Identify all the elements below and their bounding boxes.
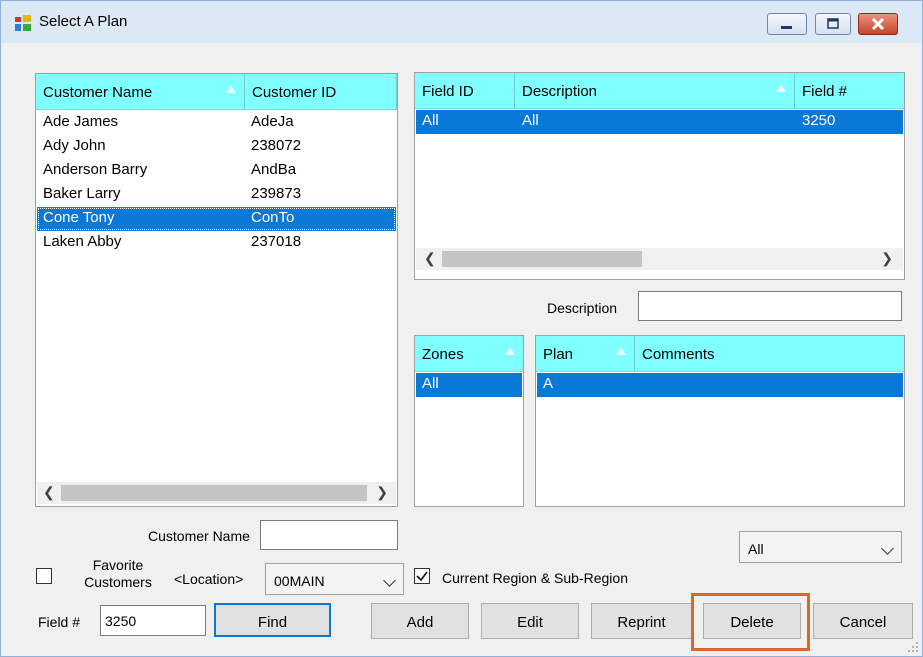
sort-ascending-icon	[226, 85, 236, 93]
table-row-selected[interactable]: Cone Tony ConTo	[37, 207, 396, 231]
minimize-icon	[781, 26, 792, 29]
horizontal-scrollbar[interactable]: ❮ ❯	[416, 248, 903, 270]
chevron-down-icon	[881, 542, 894, 555]
close-icon	[871, 17, 885, 31]
column-header-field-id[interactable]: Field ID	[415, 73, 515, 109]
scroll-left-icon[interactable]: ❮	[424, 250, 436, 267]
maximize-button[interactable]	[815, 13, 851, 35]
description-input[interactable]	[638, 291, 902, 321]
current-region-checkbox[interactable]	[414, 568, 430, 584]
reprint-button[interactable]: Reprint	[591, 603, 692, 639]
customers-grid[interactable]: Customer Name Customer ID Ade James AdeJa…	[35, 73, 398, 507]
table-row-selected[interactable]: All All 3250	[416, 110, 903, 134]
find-button[interactable]: Find	[214, 603, 331, 637]
maximize-icon	[827, 18, 839, 29]
edit-button[interactable]: Edit	[481, 603, 579, 639]
plans-grid[interactable]: Plan Comments A	[535, 335, 905, 507]
scroll-thumb[interactable]	[442, 251, 642, 267]
sort-ascending-icon	[616, 347, 626, 355]
favorite-customers-label: Favorite Customers	[84, 557, 152, 590]
location-dropdown[interactable]: 00MAIN	[265, 563, 404, 595]
table-row[interactable]: Anderson Barry AndBa	[37, 159, 396, 183]
title-bar[interactable]: Select A Plan	[1, 1, 922, 43]
delete-button[interactable]: Delete	[703, 603, 801, 639]
select-plan-window: Select A Plan Customer Name Customer ID …	[0, 0, 923, 657]
location-label: <Location>	[174, 571, 244, 587]
window-title: Select A Plan	[39, 13, 128, 30]
column-header-comments[interactable]: Comments	[635, 336, 904, 372]
resize-grip-icon[interactable]	[908, 642, 920, 654]
scroll-thumb[interactable]	[61, 485, 367, 501]
minimize-button[interactable]	[767, 13, 807, 35]
table-row-selected[interactable]: All	[416, 373, 522, 397]
favorite-customers-checkbox[interactable]	[36, 568, 52, 584]
scroll-left-icon[interactable]: ❮	[43, 484, 55, 501]
add-button[interactable]: Add	[371, 603, 469, 639]
description-label: Description	[547, 300, 618, 316]
column-header-description[interactable]: Description	[515, 73, 795, 109]
customer-name-input[interactable]	[260, 520, 398, 550]
sort-ascending-icon	[505, 347, 515, 355]
checkmark-icon	[416, 571, 428, 582]
column-header-field-number[interactable]: Field #	[795, 73, 904, 109]
chevron-down-icon	[383, 574, 396, 587]
plan-filter-dropdown[interactable]: All	[739, 531, 902, 563]
scroll-right-icon[interactable]: ❯	[376, 484, 388, 501]
cancel-button[interactable]: Cancel	[813, 603, 913, 639]
current-region-label: Current Region & Sub-Region	[442, 570, 628, 586]
sort-ascending-icon	[776, 84, 786, 92]
table-row[interactable]: Ade James AdeJa	[37, 111, 396, 135]
table-row[interactable]: Laken Abby 237018	[37, 231, 396, 255]
field-number-label: Field #	[38, 614, 81, 630]
column-header-plan[interactable]: Plan	[536, 336, 635, 372]
table-row[interactable]: Baker Larry 239873	[37, 183, 396, 207]
column-header-customer-name[interactable]: Customer Name	[36, 74, 245, 110]
scroll-right-icon[interactable]: ❯	[881, 250, 893, 267]
zones-grid[interactable]: Zones All	[414, 335, 524, 507]
field-number-input[interactable]	[100, 605, 206, 636]
table-row-selected[interactable]: A	[537, 373, 903, 397]
table-row[interactable]: Ady John 238072	[37, 135, 396, 159]
column-header-customer-id[interactable]: Customer ID	[245, 74, 397, 110]
horizontal-scrollbar[interactable]: ❮ ❯	[37, 482, 396, 504]
close-button[interactable]	[858, 13, 898, 35]
app-icon	[15, 15, 31, 31]
fields-grid[interactable]: Field ID Description Field # All All 325…	[414, 72, 905, 280]
customer-name-label: Customer Name	[148, 528, 250, 544]
column-header-zones[interactable]: Zones	[415, 336, 523, 372]
